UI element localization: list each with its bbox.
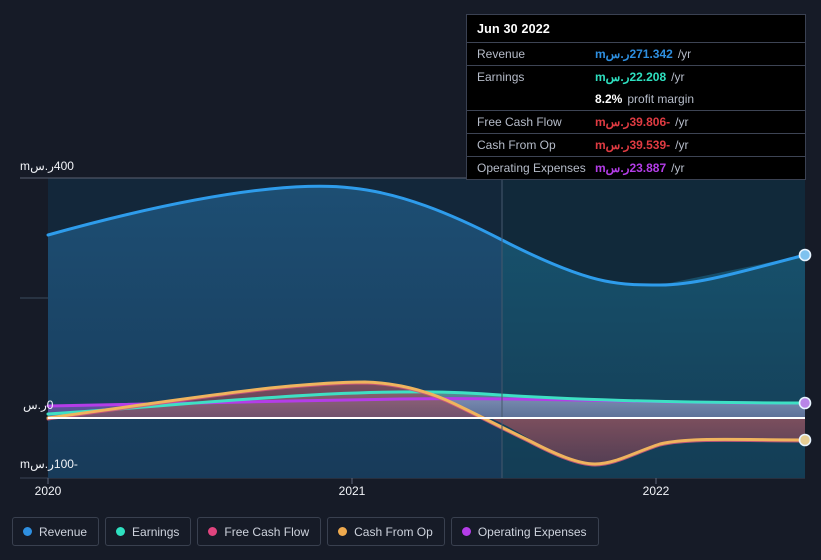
legend-item-earnings[interactable]: Earnings <box>105 517 192 546</box>
tooltip-date: Jun 30 2022 <box>477 22 551 36</box>
legend-label-earnings: Earnings <box>132 524 180 539</box>
tooltip-unit-cash-from-op: /yr <box>675 138 689 152</box>
y-axis-label-neg100: -100ر.سm <box>20 457 78 471</box>
legend-dot-earnings-icon <box>116 527 126 536</box>
legend-dot-cash-from-op-icon <box>338 527 348 536</box>
x-axis-label-2021: 2021 <box>338 484 366 498</box>
chart-legend: Revenue Earnings Free Cash Flow Cash Fro… <box>12 517 599 546</box>
endpoint-operating-expenses <box>798 396 812 410</box>
x-axis-label-2020: 2020 <box>34 484 62 498</box>
chart-tooltip: Jun 30 2022 Revenue 271.342ر.سm /yr Earn… <box>466 14 806 180</box>
y-axis-label-0: 0ر.س <box>23 398 54 412</box>
tooltip-row-free-cash-flow: Free Cash Flow -39.806ر.سm /yr <box>467 110 805 133</box>
tooltip-value-cash-from-op: -39.539ر.سm <box>595 138 671 152</box>
legend-label-free-cash-flow: Free Cash Flow <box>224 524 310 539</box>
legend-dot-operating-expenses-icon <box>461 527 471 536</box>
x-axis-label-2022: 2022 <box>642 484 670 498</box>
legend-dot-free-cash-flow-icon <box>208 527 218 536</box>
y-axis-label-400: 400ر.سm <box>20 159 74 173</box>
tooltip-unit-profit-margin: profit margin <box>627 92 695 106</box>
legend-item-cash-from-op[interactable]: Cash From Op <box>327 517 445 546</box>
tooltip-label-revenue: Revenue <box>477 47 526 61</box>
tooltip-row-cash-from-op: Cash From Op -39.539ر.سm /yr <box>467 133 805 156</box>
tooltip-value-revenue: 271.342ر.سm <box>595 47 673 61</box>
tooltip-unit-free-cash-flow: /yr <box>675 115 689 129</box>
legend-label-cash-from-op: Cash From Op <box>354 524 433 539</box>
tooltip-value-operating-expenses: 23.887ر.سm <box>595 161 667 175</box>
tooltip-row-revenue: Revenue 271.342ر.سm /yr <box>467 42 805 65</box>
legend-dot-revenue-icon <box>23 527 32 536</box>
revenue-area <box>48 186 502 478</box>
tooltip-value-earnings: 22.208ر.سm <box>595 70 667 84</box>
tooltip-row-operating-expenses: Operating Expenses 23.887ر.سm /yr <box>467 156 805 179</box>
legend-item-operating-expenses[interactable]: Operating Expenses <box>450 517 599 546</box>
endpoint-revenue <box>798 248 812 262</box>
tooltip-label-earnings: Earnings <box>477 70 525 84</box>
tooltip-unit-earnings: /yr <box>671 70 685 84</box>
endpoint-cash-from-op <box>798 433 812 447</box>
tooltip-label-free-cash-flow: Free Cash Flow <box>477 115 562 129</box>
revenue-area-forecast2 <box>660 255 805 478</box>
tooltip-label-cash-from-op: Cash From Op <box>477 138 556 152</box>
legend-item-free-cash-flow[interactable]: Free Cash Flow <box>197 517 322 546</box>
tooltip-row-profit-margin: 8.2% profit margin <box>467 88 805 110</box>
chart-app: 400ر.سm 0ر.س -100ر.سm 2020 2021 2022 Jun… <box>0 0 821 560</box>
legend-item-revenue[interactable]: Revenue <box>12 517 100 546</box>
tooltip-unit-revenue: /yr <box>677 47 692 61</box>
tooltip-label-operating-expenses: Operating Expenses <box>477 161 586 175</box>
tooltip-unit-operating-expenses: /yr <box>671 161 685 175</box>
tooltip-row-earnings: Earnings 22.208ر.سm /yr <box>467 65 805 88</box>
tooltip-value-free-cash-flow: -39.806ر.سm <box>595 115 671 129</box>
legend-label-revenue: Revenue <box>39 524 88 539</box>
tooltip-value-profit-margin: 8.2% <box>595 92 623 106</box>
legend-label-operating-expenses: Operating Expenses <box>477 524 587 539</box>
